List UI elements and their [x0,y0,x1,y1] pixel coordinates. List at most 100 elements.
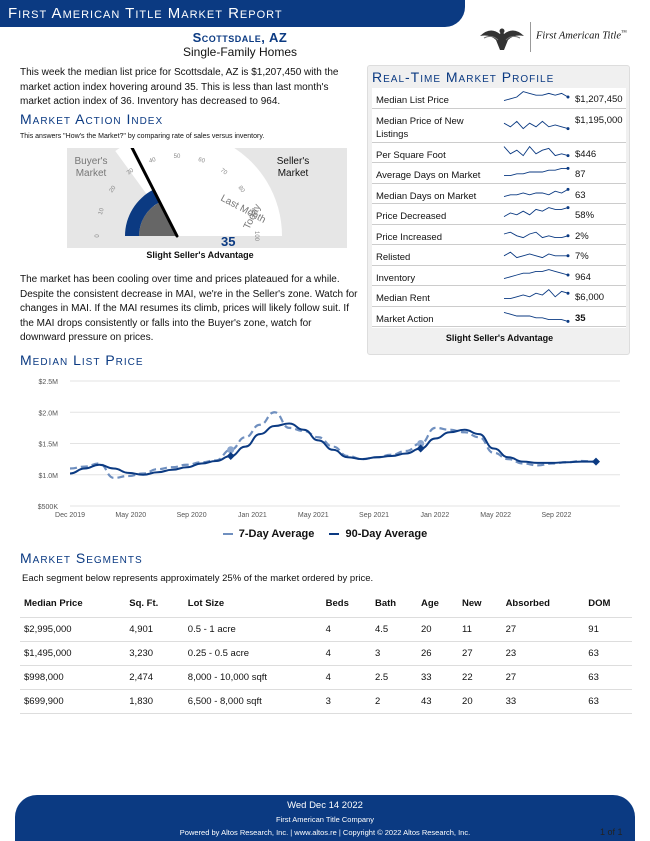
table-cell: $2,995,000 [20,617,126,642]
table-cell: 2 [371,689,418,714]
gauge-tick-0: 0 [95,234,101,238]
profile-row: Median List Price $1,207,450 [372,88,626,109]
table-cell: 0.5 - 1 acre [183,617,322,642]
profile-value: 964 [575,271,591,283]
profile-table: Median List Price $1,207,450 Median Price … [372,88,626,328]
table-cell: 20 [458,689,502,714]
profile-value: $1,195,000 [575,114,623,126]
table-cell: 8,000 - 10,000 sqft [183,665,322,690]
x-tick-label: Dec 2019 [55,512,85,519]
profile-row: Per Square Foot $446 [372,143,626,163]
sparkline-end [566,234,570,238]
profile-value: 63 [575,189,586,201]
sparkline-path [503,231,569,238]
chart-svg: $500K $1.0M $1.5M $2.0M $2.5M Dec 2019 May 202… [38,379,620,519]
profile-value: 87 [575,169,586,180]
sparkline-path [504,289,569,300]
table-cell: 43 [417,689,459,714]
profile-row: Price Decreased 58% [372,204,626,225]
x-tick-label: May 2022 [480,512,511,519]
segments-table: Median Price Sq. Ft. Lot Size Beds Bath Age Ne… [20,591,632,714]
table-row: $998,000 2,474 8,000 - 10,000 sqft 4 2.5 33 22… [20,665,632,690]
table-cell: 33 [501,689,585,714]
footer-company: First American Title Company [276,815,374,824]
profile-row: Relisted 7% [372,245,626,266]
sparkline-end [566,319,570,323]
profile-label: Market Action [376,313,434,325]
x-tick-label: Jan 2021 [238,512,267,519]
table-cell: $699,900 [20,689,126,714]
y-tick-label: $1.0M [39,473,59,480]
chart-legend: 7-Day Average 90-Day Average [0,528,650,540]
table-row: $2,995,000 4,901 0.5 - 1 acre 4 4.5 20 11 27 91 [20,617,632,642]
profile-row: Average Days on Market 87 [372,163,626,184]
column-header: Median Price [20,591,126,618]
table-cell: 4,901 [125,617,184,642]
profile-label: Median List Price [376,95,449,106]
gauge-tick-10: 10 [98,207,106,216]
table-cell: 4 [321,665,371,690]
x-tick-label: May 2020 [115,512,146,519]
x-tick-label: Jan 2022 [420,512,449,519]
profile-label: Average Days on Market [376,170,481,181]
profile-value: 7% [575,251,589,262]
table-cell: 63 [584,665,632,690]
buyers-market-label: Buyer's Market [74,156,107,179]
sparkline-end [566,206,570,210]
legend-item-90day: 90-Day Average [329,528,427,540]
table-cell: 4 [321,641,371,666]
table-cell: 0.25 - 0.5 acre [183,641,322,666]
segments-header-row: Median Price Sq. Ft. Lot Size Beds Bath Age Ne… [20,591,632,618]
sparkline [503,120,570,130]
table-cell: 27 [501,617,585,642]
sparkline [503,231,570,238]
table-cell: 33 [417,665,459,690]
mai-label: Slight Seller's Advantage [146,250,254,260]
profile-value: $446 [575,148,597,160]
profile-row: Market Action 35 [372,307,626,327]
x-tick-label: May 2021 [298,512,329,519]
profile-label: Inventory [376,272,416,284]
first-american-logo: First American Title™ [478,18,638,58]
page-number: 1 of 1 [600,827,623,837]
table-cell: 6,500 - 8,000 sqft [183,689,322,714]
marker-90-day [592,457,600,466]
eagle-icon [480,28,524,50]
sparkline-path [503,188,569,197]
profile-label: Median Days on Market [376,190,477,202]
profile-footer: Slight Seller's Advantage [445,333,554,343]
column-header: Age [417,591,459,618]
table-row: $1,495,000 3,230 0.25 - 0.5 acre 4 3 26 27 23 63 [20,641,632,666]
y-tick-label: $1.5M [39,442,59,449]
sparkline [503,187,570,197]
sparkline-end [566,187,570,191]
marker-90-day [226,452,235,460]
sparkline-end [566,273,570,277]
profile-label: Median Rent [376,293,430,304]
table-cell: 3,230 [125,641,184,666]
table-cell: 2.5 [371,665,418,690]
mai-gauge: 0 10 20 30 40 50 60 70 80 90 100 Buyer's Market Selle… [67,131,347,249]
gauge-tick-50: 50 [174,154,181,160]
sparkline [503,311,570,323]
mai-note: This answers "How's the Market?" by comp… [20,133,265,140]
sparkline-end [566,167,570,171]
brand-name: First American Title™ [536,30,627,42]
table-cell: 4 [321,617,371,642]
legend-item-7day: 7-Day Average [222,528,314,540]
column-header: New [458,591,502,618]
segments-title: Market Segments [20,550,143,566]
sparkline-end [566,291,570,295]
gauge-graphic: 010203040 50 60708090100Buyer's MarketSelle… [74,131,309,249]
x-tick-label: Sep 2020 [177,512,207,519]
analysis-paragraph: The market has been cooling over time an… [20,274,358,343]
profile-row: Price Increased 2% [372,225,626,245]
intro-paragraph: This week the median list price for Scot… [20,67,339,107]
table-cell: $998,000 [20,665,126,690]
footer-bar: Wed Dec 14 2022 First American Title Com… [15,795,635,841]
sparkline [503,145,570,157]
median-list-price-chart: $500K $1.0M $1.5M $2.0M $2.5M Dec 2019 May 202… [20,374,630,524]
profile-title: Real-Time Market Profile [372,69,555,85]
sparkline-path [503,207,569,218]
table-cell: 2,474 [125,665,184,690]
